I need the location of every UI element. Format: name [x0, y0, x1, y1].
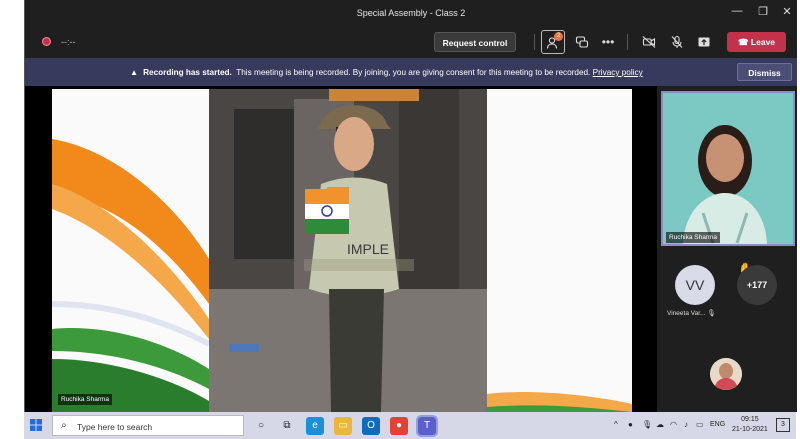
tray-chevron-icon[interactable]: ^ [614, 420, 618, 429]
teams-icon[interactable]: T [416, 415, 438, 437]
more-actions-button[interactable]: ••• [596, 30, 620, 54]
camera-off-button[interactable] [637, 30, 661, 54]
mic-off-button[interactable] [665, 30, 689, 54]
self-view-avatar[interactable] [710, 358, 742, 390]
leave-label: Leave [750, 37, 776, 47]
recording-title: Recording has started. [143, 68, 232, 77]
teams-window: Special Assembly - Class 2 — ❐ ✕ --:-- R… [24, 0, 797, 439]
minimize-button[interactable]: — [729, 5, 745, 17]
language-indicator[interactable]: ENG [710, 421, 725, 428]
dismiss-button[interactable]: Dismiss [737, 63, 792, 81]
notifications-icon[interactable]: 3 [776, 418, 790, 432]
recording-indicator-icon [42, 37, 51, 46]
hangup-icon: ☎ [737, 37, 751, 47]
thumbnail-name-tag: Ruchika Sharma [666, 232, 721, 243]
window-title: Special Assembly - Class 2 [356, 8, 466, 18]
taskbar-clock[interactable]: 09:15 21-10-2021 [732, 415, 768, 435]
volume-icon[interactable]: ♪ [684, 420, 688, 429]
main-video-stage: IMPLE Ruchika Sharma [25, 86, 657, 412]
share-tray-icon [698, 37, 710, 47]
taskbar-search-input[interactable]: ⌕ Type here to search [52, 415, 244, 436]
tricolor-background-right [487, 89, 632, 412]
tray-onedrive-icon[interactable]: ☁ [656, 420, 664, 429]
toolbar-divider [627, 34, 628, 50]
meeting-toolbar: --:-- Request control 2 ••• ☎ Leave [25, 26, 797, 58]
clock-date: 21-10-2021 [732, 426, 768, 433]
title-bar: Special Assembly - Class 2 — ❐ ✕ [25, 0, 797, 26]
participant-avatar-vv[interactable]: VV [675, 265, 715, 305]
toolbar-divider [534, 34, 535, 50]
tricolor-background-left [52, 89, 209, 412]
tray-app-icon[interactable]: ● [628, 420, 633, 429]
participant-name-vv: Vineeta Var... 🎙︎ [667, 310, 716, 317]
chat-button[interactable] [570, 30, 594, 54]
camera-off-icon [642, 36, 656, 48]
task-view-icon[interactable]: ⧉ [278, 417, 296, 435]
recording-message: ▲ Recording has started. This meeting is … [130, 68, 643, 77]
presenter-name-tag: Ruchika Sharma [58, 394, 113, 405]
close-button[interactable]: ✕ [779, 5, 795, 18]
warning-icon: ▲ [130, 68, 139, 77]
search-icon: ⌕ [61, 420, 67, 431]
windows-taskbar: ⌕ Type here to search ○ ⧉ e ▭ O ● T ^ ● … [24, 412, 796, 439]
meeting-timer: --:-- [61, 37, 76, 47]
participant-video-thumbnail[interactable]: Ruchika Sharma [661, 91, 795, 246]
recording-text: This meeting is being recorded. By joini… [236, 68, 591, 77]
outlook-icon[interactable]: O [362, 417, 380, 435]
recording-banner: ▲ Recording has started. This meeting is … [25, 58, 797, 86]
leave-button[interactable]: ☎ Leave [727, 32, 786, 52]
muted-mic-icon: 🎙︎ [707, 310, 716, 317]
participants-button[interactable]: 2 [541, 30, 565, 54]
chrome-icon[interactable]: ● [390, 417, 408, 435]
file-explorer-icon[interactable]: ▭ [334, 417, 352, 435]
more-participants-button[interactable]: +177 [737, 265, 777, 305]
mic-off-icon [671, 35, 683, 48]
share-content-button[interactable] [692, 30, 716, 54]
participants-badge: 2 [554, 32, 563, 41]
cortana-icon[interactable]: ○ [252, 417, 270, 435]
request-control-button[interactable]: Request control [434, 32, 516, 52]
shared-video: IMPLE Ruchika Sharma [52, 89, 632, 412]
edge-icon[interactable]: e [306, 417, 324, 435]
svg-text:IMPLE: IMPLE [347, 241, 389, 257]
privacy-policy-link[interactable]: Privacy policy [593, 68, 643, 77]
wifi-icon[interactable]: ◠ [670, 420, 677, 429]
chat-icon [575, 36, 589, 48]
restore-button[interactable]: ❐ [755, 5, 771, 18]
student-video-feed: IMPLE [209, 89, 487, 412]
tray-mic-icon[interactable]: 🎙︎ [642, 420, 652, 429]
windows-start-icon[interactable] [30, 419, 42, 431]
clock-time: 09:15 [741, 416, 759, 423]
battery-icon[interactable]: ▭ [696, 420, 704, 429]
